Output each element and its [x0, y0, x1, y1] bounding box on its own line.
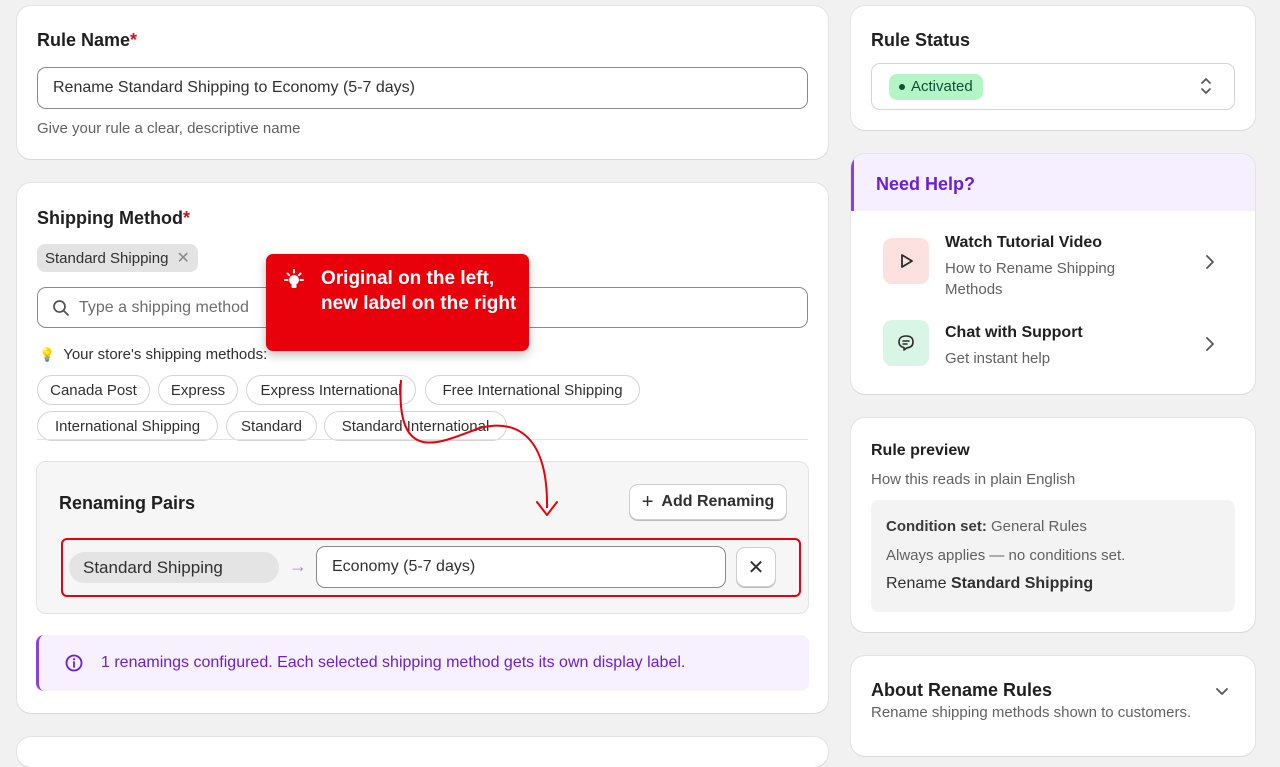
rule-name-card: Rule Name* Rename Standard Shipping to E… [17, 6, 828, 159]
lightbulb-icon [282, 269, 306, 298]
store-methods-label: 💡 Your store's shipping methods: [39, 346, 268, 363]
selected-method-chip: Standard Shipping ✕ [37, 244, 198, 272]
play-icon [883, 238, 929, 284]
annotation-callout: Original on the left, new label on the r… [266, 254, 529, 351]
rule-name-input[interactable]: Rename Standard Shipping to Economy (5-7… [37, 67, 808, 109]
rule-status-card: Rule Status Activated [851, 6, 1255, 130]
remove-pair-button[interactable]: ✕ [736, 547, 776, 587]
status-dot-icon [899, 83, 905, 90]
store-method-pill[interactable]: Express [158, 375, 238, 405]
help-item-title: Chat with Support [945, 324, 1083, 341]
rule-name-value: Rename Standard Shipping to Economy (5-7… [53, 79, 415, 96]
store-method-pill[interactable]: Express International [246, 375, 416, 405]
conditions-line: Always applies — no conditions set. [886, 547, 1126, 564]
arrow-right-icon: → [289, 556, 307, 576]
help-item-subtitle: Get instant help [945, 350, 1051, 367]
info-banner-text: 1 renamings configured. Each selected sh… [101, 654, 686, 671]
store-method-pill[interactable]: Free International Shipping [425, 375, 640, 405]
chevron-down-icon[interactable] [1215, 684, 1229, 702]
annotation-text: Original on the left, new label on the r… [321, 268, 517, 314]
add-renaming-button[interactable]: + Add Renaming [629, 484, 787, 520]
store-method-pill[interactable]: Standard International [324, 411, 507, 441]
renaming-pairs-panel: Renaming Pairs + Add Renaming Standard S… [36, 461, 809, 614]
lightbulb-icon: 💡 [39, 346, 56, 362]
rule-preview-box: Condition set: General Rules Always appl… [871, 500, 1235, 612]
rule-preview-card: Rule preview How this reads in plain Eng… [851, 418, 1255, 632]
rename-line: Rename Standard Shipping [886, 575, 1094, 592]
chevron-right-icon [1205, 254, 1215, 275]
divider [37, 439, 808, 440]
original-method-badge: Standard Shipping [69, 552, 279, 583]
need-help-title: Need Help? [876, 174, 976, 194]
selected-method-chip-label: Standard Shipping [45, 249, 169, 267]
rule-name-hint: Give your rule a clear, descriptive name [37, 120, 301, 137]
about-subtitle: Rename shipping methods shown to custome… [871, 704, 1192, 721]
need-help-card: Need Help? Watch Tutorial Video How to R… [851, 154, 1255, 394]
watch-tutorial-row[interactable]: Watch Tutorial Video How to Rename Shipp… [851, 228, 1255, 298]
info-banner: 1 renamings configured. Each selected sh… [36, 635, 809, 691]
select-chevron-icon [1200, 76, 1212, 101]
chat-icon [883, 320, 929, 366]
search-icon [52, 299, 70, 317]
rule-status-label: Rule Status [871, 30, 971, 50]
next-card [17, 737, 828, 767]
store-method-pill[interactable]: Standard [226, 411, 317, 441]
rule-preview-subtitle: How this reads in plain English [871, 471, 1076, 488]
condition-line: Condition set: General Rules [886, 518, 1087, 535]
renaming-pair-row: Standard Shipping → Economy (5-7 days) ✕ [61, 538, 801, 597]
chevron-right-icon [1205, 336, 1215, 357]
remove-chip-icon[interactable]: ✕ [176, 248, 189, 268]
rule-status-select[interactable]: Activated [871, 63, 1235, 110]
plus-icon: + [641, 490, 654, 513]
new-label-input[interactable]: Economy (5-7 days) [316, 546, 726, 588]
about-title: About Rename Rules [871, 680, 1053, 700]
help-item-title: Watch Tutorial Video [945, 234, 1103, 251]
about-card[interactable]: About Rename Rules Rename shipping metho… [851, 656, 1255, 756]
status-badge: Activated [889, 73, 983, 100]
chat-support-row[interactable]: Chat with Support Get instant help [851, 320, 1255, 390]
info-icon [65, 654, 83, 672]
rule-preview-title: Rule preview [871, 442, 970, 459]
search-placeholder: Type a shipping method [79, 298, 249, 316]
need-help-header: Need Help? [851, 154, 1255, 211]
store-method-pill[interactable]: Canada Post [37, 375, 150, 405]
renaming-pairs-title: Renaming Pairs [59, 493, 196, 513]
store-method-pill[interactable]: International Shipping [37, 411, 218, 441]
close-icon: ✕ [747, 556, 765, 579]
shipping-method-label: Shipping Method* [37, 208, 190, 228]
rule-name-label: Rule Name* [37, 30, 138, 50]
help-item-subtitle: How to Rename Shipping Methods [945, 260, 1116, 298]
